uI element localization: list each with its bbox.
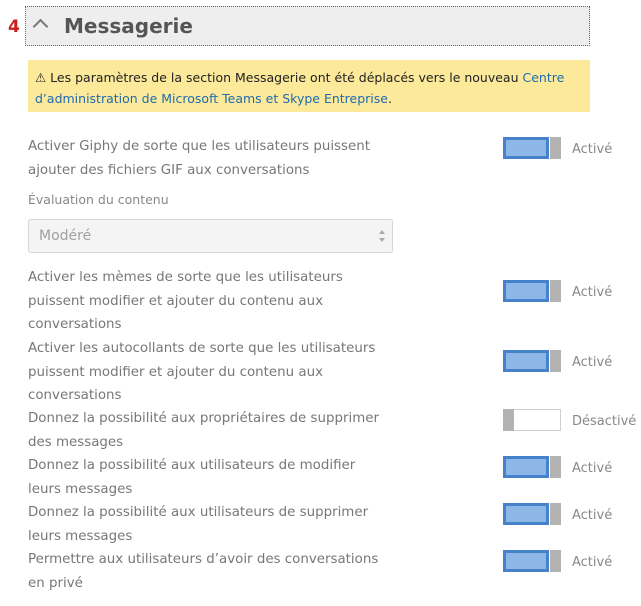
toggle-knob[interactable] <box>550 550 561 572</box>
setting-label-user-edit: Donnez la possibilité aux utilisateurs d… <box>28 454 355 501</box>
toggle-user-edit[interactable] <box>503 456 561 478</box>
toggle-memes[interactable] <box>503 280 561 302</box>
setting-label-line: puissent modifier et ajouter du contenu … <box>28 293 324 309</box>
notice-suffix: . <box>387 91 392 106</box>
setting-label-line: leurs messages <box>28 528 133 544</box>
toggle-state-stickers: Activé <box>572 355 613 370</box>
toggle-knob[interactable] <box>550 137 561 159</box>
notice-banner: ⚠ Les paramètres de la section Messageri… <box>28 60 590 112</box>
setting-label-owner-delete: Donnez la possibilité aux propriétaires … <box>28 407 379 454</box>
toggle-knob[interactable] <box>550 280 561 302</box>
setting-label-memes: Activer les mèmes de sorte que les utili… <box>28 266 343 337</box>
notice-text: ⚠ Les paramètres de la section Messageri… <box>35 70 523 85</box>
select-arrows-icon <box>379 230 385 242</box>
setting-label-line: Activer les autocollants de sorte que le… <box>28 341 376 356</box>
toggle-owner-delete[interactable] <box>503 409 561 431</box>
content-rating-label: Évaluation du contenu <box>28 192 169 207</box>
toggle-knob[interactable] <box>550 456 561 478</box>
setting-label-line: des messages <box>28 434 124 450</box>
toggle-state-user-edit: Activé <box>572 461 613 476</box>
setting-label-giphy: Activer Giphy de sorte que les utilisate… <box>28 135 370 182</box>
content-rating-value: Modéré <box>39 228 92 244</box>
step-number: 4 <box>8 17 20 37</box>
setting-label-line: Activer Giphy de sorte que les utilisate… <box>28 139 370 154</box>
setting-label-line: ajouter des fichiers GIF aux conversatio… <box>28 162 310 178</box>
toggle-state-owner-delete: Désactivé <box>572 414 637 429</box>
setting-label-line: Donnez la possibilité aux utilisateurs d… <box>28 458 356 473</box>
toggle-user-delete[interactable] <box>503 503 561 525</box>
setting-label-line: puissent modifier et ajouter du contenu … <box>28 364 324 380</box>
setting-label-stickers: Activer les autocollants de sorte que le… <box>28 337 375 408</box>
setting-label-line: en privé <box>28 575 83 591</box>
toggle-stickers[interactable] <box>503 350 561 372</box>
section-title: Messagerie <box>64 14 193 38</box>
section-header-messagerie[interactable]: Messagerie <box>25 6 590 46</box>
toggle-state-giphy: Activé <box>572 142 613 157</box>
setting-label-private-chat: Permettre aux utilisateurs d’avoir des c… <box>28 548 378 595</box>
setting-label-line: leurs messages <box>28 481 133 497</box>
setting-label-user-delete: Donnez la possibilité aux utilisateurs d… <box>28 501 368 548</box>
toggle-knob[interactable] <box>503 409 514 431</box>
toggle-knob[interactable] <box>550 350 561 372</box>
setting-label-line: Activer les mèmes de sorte que les utili… <box>28 270 343 285</box>
setting-label-line: Permettre aux utilisateurs d’avoir des c… <box>28 552 379 567</box>
chevron-up-icon[interactable] <box>32 18 49 35</box>
setting-label-line: Donnez la possibilité aux propriétaires … <box>28 411 380 426</box>
toggle-knob[interactable] <box>550 503 561 525</box>
setting-label-line: conversations <box>28 317 122 332</box>
toggle-giphy[interactable] <box>503 137 561 159</box>
content-rating-select[interactable]: Modéré <box>28 219 393 253</box>
toggle-state-memes: Activé <box>572 285 613 300</box>
toggle-state-user-delete: Activé <box>572 508 613 523</box>
setting-label-line: conversations <box>28 388 122 403</box>
toggle-private-chat[interactable] <box>503 550 561 572</box>
toggle-state-private-chat: Activé <box>572 555 613 570</box>
setting-label-line: Donnez la possibilité aux utilisateurs d… <box>28 505 369 520</box>
